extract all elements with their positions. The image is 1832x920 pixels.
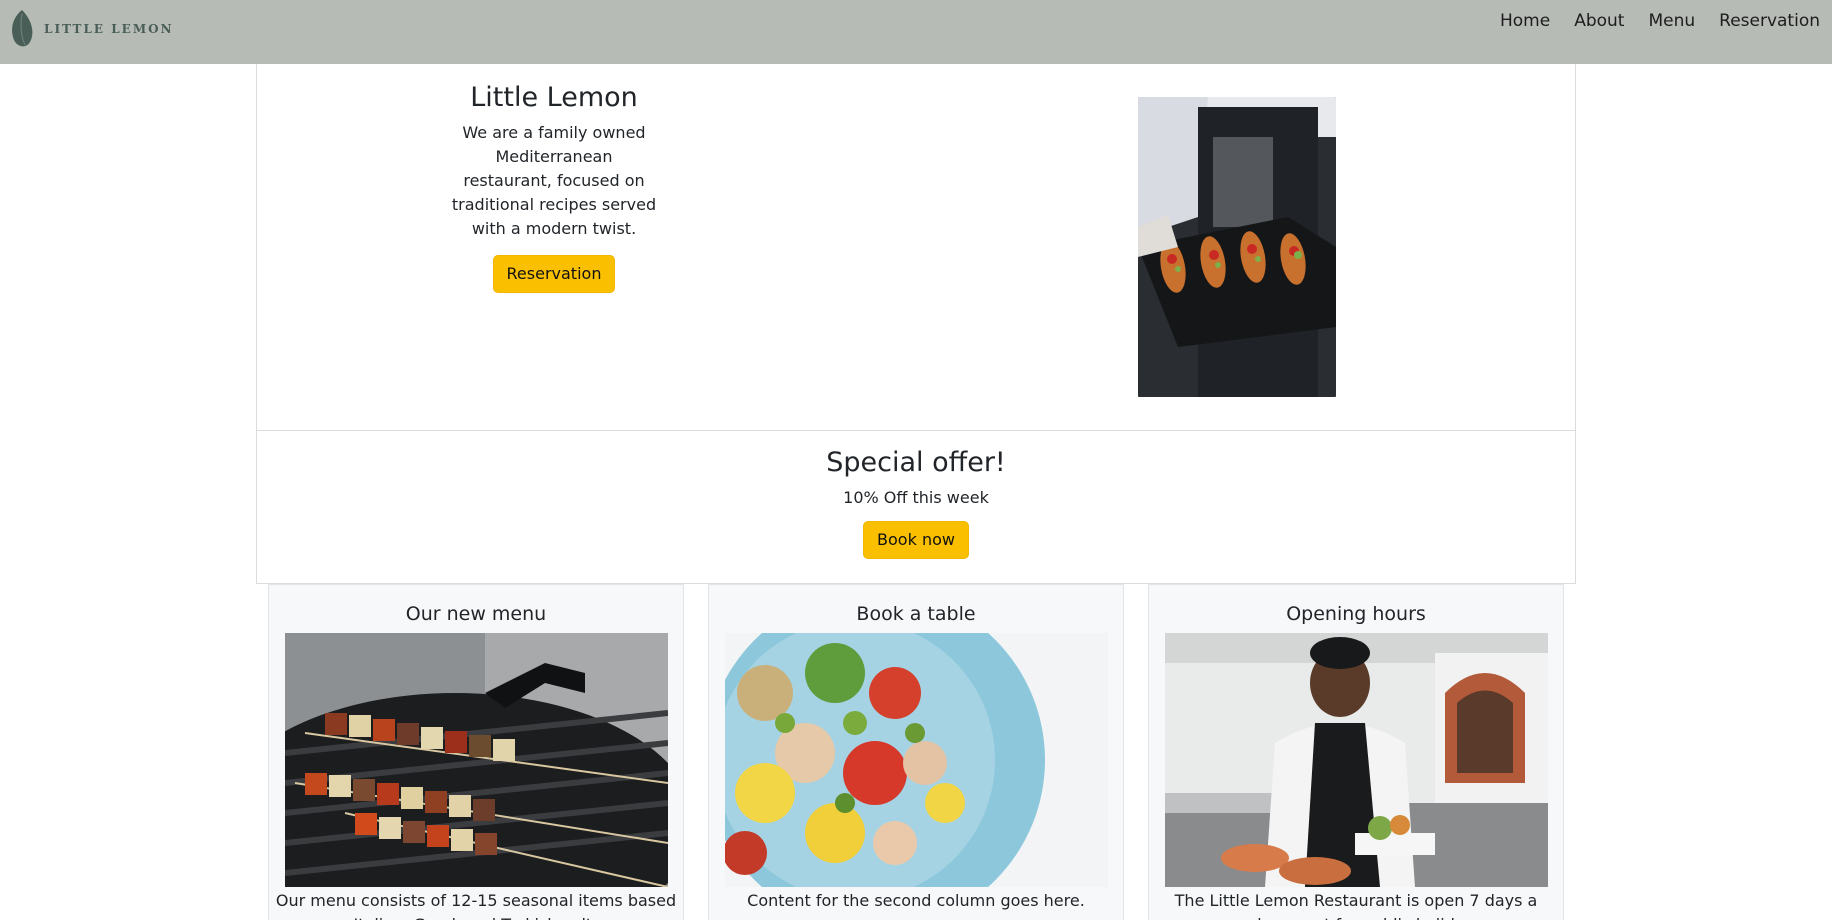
navbar: LITTLE LEMON Home About Menu Reservation (0, 0, 1832, 64)
nav-link-home[interactable]: Home (1500, 10, 1550, 32)
offer-title: Special offer! (826, 447, 1006, 478)
card-title: Opening hours (1286, 603, 1426, 625)
nav-link-menu[interactable]: Menu (1648, 10, 1695, 32)
card-text: Our menu consists of 12-15 seasonal item… (275, 891, 677, 920)
card-title: Our new menu (405, 603, 547, 625)
card-title: Book a table (856, 603, 976, 625)
nav-link-about[interactable]: About (1574, 10, 1624, 32)
chef-plating-image (1165, 633, 1548, 887)
book-now-button[interactable]: Book now (863, 521, 969, 559)
hero-section: Little Lemon We are a family owned Medit… (256, 64, 1576, 431)
nav-link-reservation[interactable]: Reservation (1719, 10, 1820, 32)
logo[interactable]: LITTLE LEMON (8, 8, 174, 50)
logo-text: LITTLE LEMON (44, 22, 174, 36)
lemon-leaf-icon (12, 10, 33, 47)
card-image-graphic (1165, 633, 1548, 887)
card-our-new-menu: Our new menu Our menu consists of 12-15 … (268, 584, 684, 920)
hero-image-graphic (1138, 97, 1336, 397)
card-text: Content for the second column goes here. (747, 891, 1085, 910)
card-book-a-table: Book a table Content for the second colu… (708, 584, 1124, 920)
card-image-graphic (285, 633, 668, 887)
chef-holding-appetizers-image (1138, 97, 1336, 397)
reservation-button[interactable]: Reservation (492, 255, 616, 293)
card-image-graphic (725, 633, 1108, 887)
offer-text: 10% Off this week (843, 488, 989, 507)
special-offer-section: Special offer! 10% Off this week Book no… (256, 430, 1576, 584)
hero-title: Little Lemon (470, 82, 638, 113)
hero-description: We are a family owned Mediterranean rest… (451, 123, 657, 238)
nav-links: Home About Menu Reservation (1476, 10, 1820, 32)
salad-plate-image (725, 633, 1108, 887)
card-opening-hours: Opening hours The Little Lemon Restauran… (1148, 584, 1564, 920)
grilled-skewers-image (285, 633, 668, 887)
hero-text-block: Little Lemon We are a family owned Medit… (452, 82, 656, 293)
card-text: The Little Lemon Restaurant is open 7 da… (1174, 891, 1538, 920)
